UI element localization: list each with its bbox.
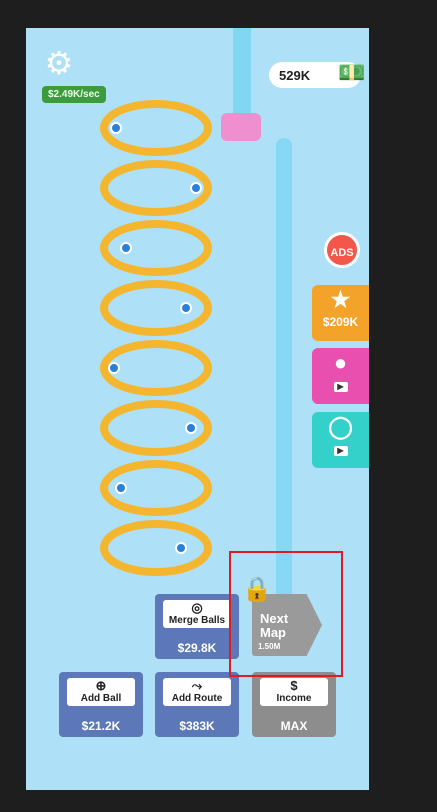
star-upgrade-button[interactable]: ★ $209K bbox=[312, 285, 369, 341]
income-dollar-icon: $ bbox=[290, 678, 298, 693]
spiral-track bbox=[100, 100, 212, 576]
ring-icon: ◯ bbox=[328, 414, 353, 439]
add-ball-button[interactable]: ⊕ Add Ball $21.2K bbox=[59, 672, 143, 737]
merge-balls-label: Merge Balls bbox=[168, 615, 226, 626]
add-route-button[interactable]: ⤳ Add Route $383K bbox=[155, 672, 239, 737]
play-video-icon: ▶ bbox=[333, 382, 348, 392]
ring-reward-button[interactable]: ◯ ▶ bbox=[312, 412, 369, 468]
add-ball-price: $21.2K bbox=[81, 719, 121, 733]
ball bbox=[190, 182, 202, 194]
spiral-loop bbox=[100, 220, 212, 276]
add-route-price: $383K bbox=[179, 719, 215, 733]
settings-gear-icon[interactable]: ⚙ bbox=[42, 46, 76, 80]
ads-button[interactable]: ADS bbox=[324, 232, 360, 268]
ball bbox=[115, 482, 127, 494]
add-ball-label: Add Ball bbox=[80, 693, 122, 704]
ball bbox=[108, 362, 120, 374]
star-upgrade-price: $209K bbox=[322, 315, 359, 329]
income-status: MAX bbox=[280, 719, 308, 733]
add-ball-card: ⊕ Add Ball bbox=[67, 678, 135, 706]
merge-balls-price: $29.8K bbox=[177, 641, 217, 655]
star-icon: ★ bbox=[330, 287, 351, 312]
merge-balls-card: ◎ Merge Balls bbox=[163, 600, 231, 628]
tube-connector bbox=[221, 113, 261, 141]
plus-icon: ⊕ bbox=[95, 678, 107, 693]
ball bbox=[185, 422, 197, 434]
money-value: 529K bbox=[279, 68, 311, 83]
ball-reward-button[interactable]: ● ▶ bbox=[312, 348, 369, 404]
highlight-box bbox=[229, 551, 343, 677]
merge-balls-button[interactable]: ◎ Merge Balls $29.8K bbox=[155, 594, 239, 659]
ball bbox=[120, 242, 132, 254]
income-label: Income bbox=[276, 693, 312, 704]
spiral-loop bbox=[100, 520, 212, 576]
income-card: $ Income bbox=[260, 678, 328, 706]
add-route-card: ⤳ Add Route bbox=[163, 678, 231, 706]
route-icon: ⤳ bbox=[191, 678, 203, 693]
add-route-label: Add Route bbox=[171, 693, 223, 704]
spiral-loop bbox=[100, 280, 212, 336]
play-video-icon: ▶ bbox=[333, 446, 348, 456]
income-button[interactable]: $ Income MAX bbox=[252, 672, 336, 737]
ball bbox=[175, 542, 187, 554]
money-counter: 529K 💵 bbox=[269, 60, 366, 88]
ball bbox=[110, 122, 122, 134]
merge-icon: ◎ bbox=[191, 600, 203, 615]
ball-icon: ● bbox=[333, 350, 348, 375]
return-tube bbox=[276, 138, 292, 608]
ball bbox=[180, 302, 192, 314]
game-screen: ⚙ $2.49K/sec 529K 💵 ADS ★ $209K ● ▶ ◯ ▶ … bbox=[26, 28, 369, 790]
cash-stack-icon: 💵 bbox=[338, 60, 366, 85]
